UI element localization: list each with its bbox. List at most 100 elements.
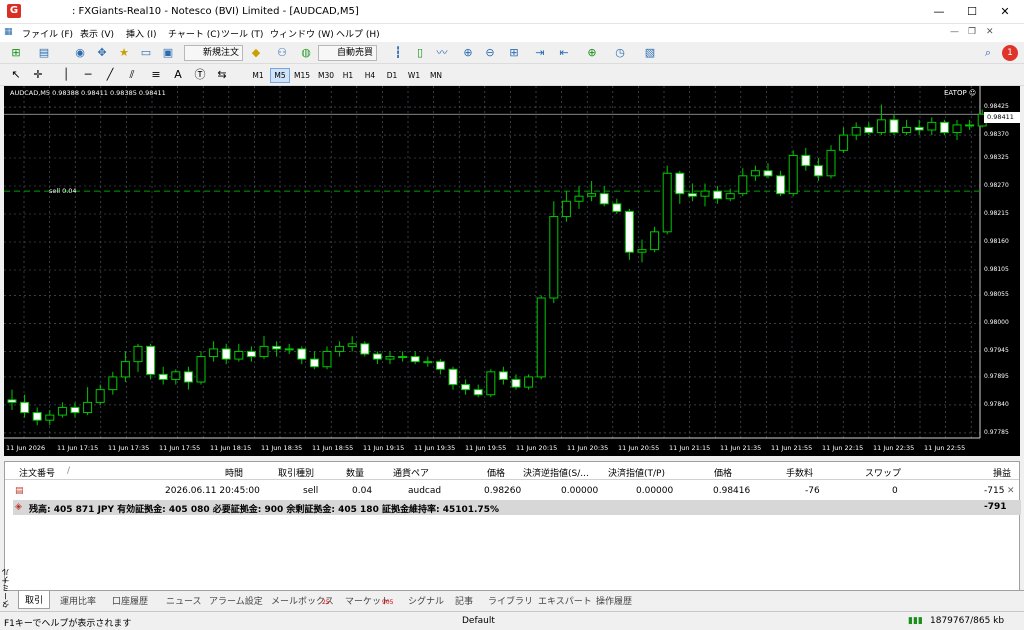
- auto-scroll-icon[interactable]: ⇥: [532, 45, 548, 61]
- col-tp[interactable]: 決済指値(T/P): [608, 466, 665, 479]
- menu-chart[interactable]: チャート (C): [168, 27, 220, 40]
- notification-badge[interactable]: 1: [1002, 45, 1018, 61]
- horizontal-line-icon[interactable]: ─: [80, 67, 96, 83]
- col-profit[interactable]: 損益: [993, 466, 1011, 479]
- candle-body: [902, 126, 912, 134]
- child-minimize-button[interactable]: —: [950, 27, 959, 37]
- templates-icon[interactable]: ▧: [642, 45, 658, 61]
- navigator-icon[interactable]: ★: [116, 45, 132, 61]
- menu-insert[interactable]: 挿入 (I): [126, 27, 157, 40]
- vps-icon[interactable]: ◍: [298, 45, 314, 61]
- tab-trade[interactable]: 取引: [18, 591, 51, 609]
- tab-alerts[interactable]: アラーム設定: [209, 594, 263, 607]
- menu-window[interactable]: ウィンドウ (W): [270, 27, 334, 40]
- chart-menu-icon[interactable]: ▦: [4, 27, 13, 37]
- timeframe-h1[interactable]: H1: [338, 68, 358, 83]
- price-tick-label: 0.98425: [984, 103, 1009, 111]
- col-time[interactable]: 時間: [225, 466, 243, 479]
- col-symbol[interactable]: 通貨ペア: [393, 466, 429, 479]
- candle-body: [32, 412, 42, 421]
- profiles-icon[interactable]: ▤: [36, 45, 52, 61]
- candle-body: [801, 154, 811, 167]
- order-cur-price: 0.98416: [713, 486, 751, 496]
- strategy-tester-icon[interactable]: ▣: [160, 45, 176, 61]
- time-tick-label: 11 Jun 19:15: [363, 444, 405, 452]
- vertical-line-icon[interactable]: │: [58, 67, 74, 83]
- standard-toolbar: ⊞ ▤ ◉ ✥ ★ ▭ ▣ 新規注文 ◆ ⚇ ◍ 自動売買 ┇ ▯ 〰 ⊕ ⊖ …: [0, 42, 1024, 64]
- col-volume[interactable]: 数量: [346, 466, 364, 479]
- tab-experts[interactable]: エキスパート: [538, 594, 592, 607]
- child-restore-button[interactable]: ❐: [968, 27, 976, 37]
- timeframe-h4[interactable]: H4: [360, 68, 380, 83]
- menu-help[interactable]: ヘルプ (H): [336, 27, 380, 40]
- timeframe-d1[interactable]: D1: [382, 68, 402, 83]
- text-icon[interactable]: A: [170, 67, 186, 83]
- menu-file[interactable]: ファイル (F): [22, 27, 73, 40]
- market-watch-icon[interactable]: ◉: [72, 45, 88, 61]
- line-chart-icon[interactable]: 〰: [434, 45, 450, 61]
- expert-advisor-label[interactable]: EATOP ☺: [944, 89, 976, 97]
- channel-icon[interactable]: ⫽: [124, 67, 140, 83]
- balance-icon: ◈: [15, 502, 22, 512]
- tab-exposure[interactable]: 運用比率: [60, 594, 96, 607]
- timeframe-m30[interactable]: M30: [316, 68, 336, 83]
- terminal-side-label[interactable]: ターミナル: [0, 568, 14, 608]
- tab-news[interactable]: ニュース: [166, 594, 202, 607]
- search-icon[interactable]: ⌕: [980, 45, 996, 61]
- timeframe-mn[interactable]: MN: [426, 68, 446, 83]
- arrows-icon[interactable]: ⇆: [214, 67, 230, 83]
- col-sl[interactable]: 決済逆指値(S/...: [523, 466, 589, 479]
- order-sl[interactable]: 0.00000: [561, 486, 598, 496]
- maximize-button[interactable]: ☐: [955, 0, 989, 24]
- tab-signals[interactable]: シグナル: [408, 594, 444, 607]
- metaeditor-icon[interactable]: ◆: [248, 45, 264, 61]
- signals-icon[interactable]: ⚇: [274, 45, 290, 61]
- menu-tools[interactable]: ツール (T): [221, 27, 263, 40]
- tab-library[interactable]: ライブラリ: [488, 594, 533, 607]
- zoom-out-icon[interactable]: ⊖: [482, 45, 498, 61]
- auto-trading-button[interactable]: 自動売買: [318, 45, 378, 61]
- col-commission[interactable]: 手数料: [786, 466, 813, 479]
- new-chart-icon[interactable]: ⊞: [8, 45, 24, 61]
- text-label-icon[interactable]: Ⓣ: [192, 67, 208, 83]
- col-type[interactable]: 取引種別: [278, 466, 314, 479]
- timeframe-m5[interactable]: M5: [270, 68, 290, 83]
- chart-shift-icon[interactable]: ⇤: [556, 45, 572, 61]
- child-close-button[interactable]: ✕: [986, 27, 994, 37]
- candle-body: [549, 216, 559, 299]
- crosshair-icon[interactable]: ✛: [30, 67, 46, 83]
- col-price[interactable]: 価格: [487, 466, 505, 479]
- indicators-icon[interactable]: ⊕: [584, 45, 600, 61]
- price-chart[interactable]: AUDCAD,M5 0.98388 0.98411 0.98385 0.9841…: [4, 86, 1020, 456]
- col-swap[interactable]: スワップ: [865, 466, 901, 479]
- close-order-button[interactable]: ✕: [1007, 486, 1015, 496]
- new-order-button[interactable]: 新規注文: [184, 45, 244, 61]
- candle-body: [57, 406, 67, 416]
- menu-view[interactable]: 表示 (V): [80, 27, 114, 40]
- tab-journal[interactable]: 操作履歴: [596, 594, 632, 607]
- timeframe-w1[interactable]: W1: [404, 68, 424, 83]
- bar-chart-icon[interactable]: ┇: [390, 45, 406, 61]
- status-profile[interactable]: Default: [462, 616, 495, 626]
- col-sort[interactable]: /: [67, 466, 70, 476]
- data-window-icon[interactable]: ✥: [94, 45, 110, 61]
- tile-windows-icon[interactable]: ⊞: [506, 45, 522, 61]
- col-order-id[interactable]: 注文番号: [19, 466, 55, 479]
- minimize-button[interactable]: —: [922, 0, 956, 24]
- tab-articles[interactable]: 記事: [455, 594, 473, 607]
- candlestick-chart[interactable]: [4, 86, 1020, 456]
- close-button[interactable]: ✕: [988, 0, 1022, 24]
- periods-icon[interactable]: ◷: [612, 45, 628, 61]
- timeframe-m15[interactable]: M15: [292, 68, 312, 83]
- candlestick-icon[interactable]: ▯: [412, 45, 428, 61]
- terminal-icon[interactable]: ▭: [138, 45, 154, 61]
- trend-line-icon[interactable]: ╱: [102, 67, 118, 83]
- fibonacci-icon[interactable]: ≡: [148, 67, 164, 83]
- zoom-in-icon[interactable]: ⊕: [460, 45, 476, 61]
- cursor-icon[interactable]: ↖: [8, 67, 24, 83]
- tab-history[interactable]: 口座履歴: [112, 594, 148, 607]
- timeframe-m1[interactable]: M1: [248, 68, 268, 83]
- time-tick-label: 11 Jun 21:15: [669, 444, 711, 452]
- order-tp[interactable]: 0.00000: [636, 486, 673, 496]
- col-cur-price[interactable]: 価格: [714, 466, 732, 479]
